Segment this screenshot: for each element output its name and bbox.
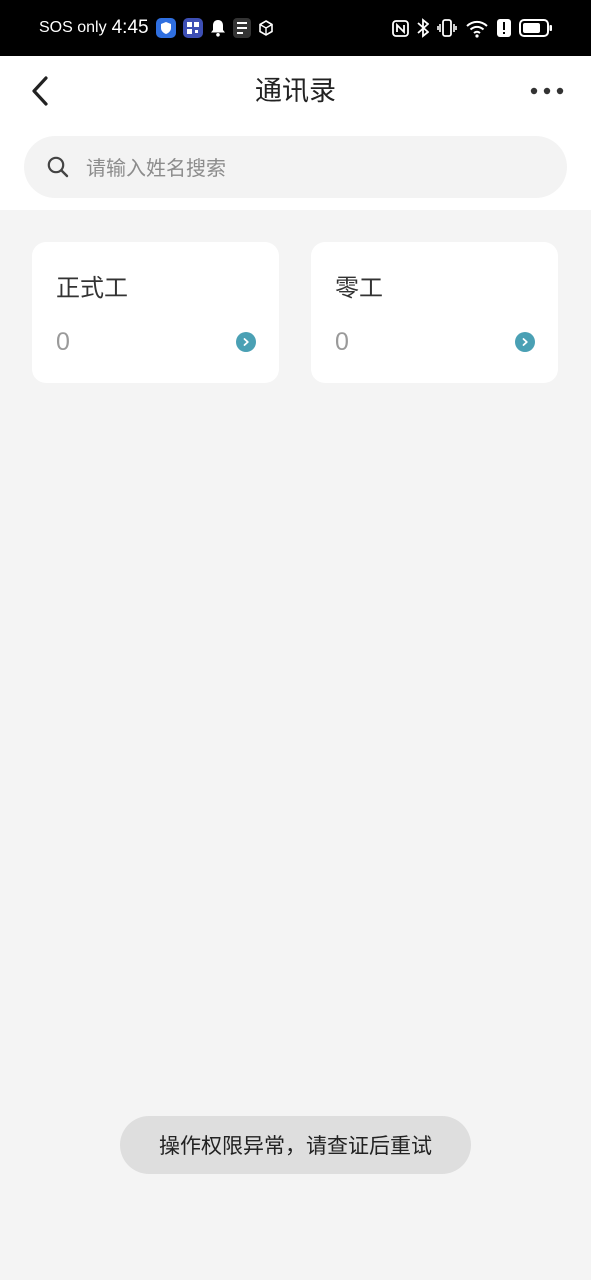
card-title: 零工 xyxy=(335,274,383,302)
status-bar-left: SOS only 4:45 xyxy=(39,0,281,56)
more-horizontal-icon xyxy=(530,87,564,95)
alert-icon xyxy=(497,19,511,37)
status-bar-right xyxy=(384,0,553,56)
clock: 4:45 xyxy=(111,17,149,38)
toast-message: 操作权限异常，请查证后重试 xyxy=(120,1116,471,1174)
page-title: 通讯录 xyxy=(255,76,336,107)
search-icon xyxy=(47,156,69,178)
card-count: 0 xyxy=(335,328,349,356)
shield-app-icon xyxy=(155,18,176,38)
chevron-right-icon[interactable] xyxy=(515,332,535,352)
card-casual-workers[interactable]: 零工 0 xyxy=(311,242,558,383)
bell-icon xyxy=(210,19,226,37)
cube-app-icon xyxy=(258,20,274,36)
sim-app-icon xyxy=(232,18,251,38)
qr-app-icon xyxy=(182,18,203,38)
card-count: 0 xyxy=(56,328,70,356)
bluetooth-icon xyxy=(417,18,429,38)
status-bar: SOS only 4:45 xyxy=(0,0,591,56)
search-input[interactable] xyxy=(84,136,548,200)
chevron-right-icon[interactable] xyxy=(236,332,256,352)
battery-icon xyxy=(519,19,553,37)
more-button[interactable] xyxy=(527,76,567,106)
app-header: 通讯录 xyxy=(0,56,591,210)
card-title: 正式工 xyxy=(56,274,128,302)
vibrate-icon xyxy=(437,18,457,38)
nfc-icon xyxy=(392,19,409,37)
search-bar[interactable] xyxy=(24,136,567,200)
carrier-text: SOS only xyxy=(39,19,107,36)
wifi-icon xyxy=(465,18,489,38)
card-formal-workers[interactable]: 正式工 0 xyxy=(32,242,279,383)
